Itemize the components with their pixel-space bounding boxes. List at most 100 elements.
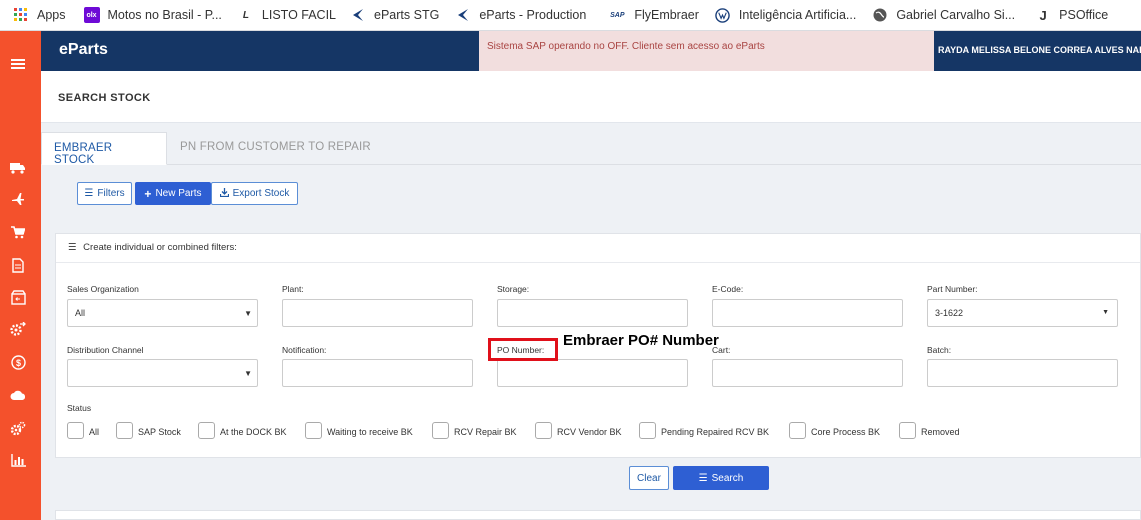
results-panel [55,510,1141,520]
status-at-dock-label: At the DOCK BK [220,427,287,437]
plant-input[interactable] [282,299,473,327]
listo-icon: L [242,9,249,21]
tab-pn-from-customer[interactable]: PN FROM CUSTOMER TO REPAIR [168,132,383,165]
annotation-highlight-box [488,338,558,361]
batch-input[interactable] [927,359,1118,387]
bookmark-label: Inteligência Artificia... [738,8,857,22]
status-pending-repaired-checkbox[interactable] [639,422,656,439]
status-rcv-repair-checkbox[interactable] [432,422,449,439]
filter-panel-title: Create individual or combined filters: [83,242,237,253]
bookmark-label: Gabriel Carvalho Si... [896,8,1016,22]
sales-org-value: All [75,308,86,318]
bookmark-eparts-production[interactable]: eParts - Production [450,3,591,27]
vw-icon [715,7,731,23]
bookmark-inteligencia[interactable]: Inteligência Artificia... [710,3,861,27]
status-pending-repaired-label: Pending Repaired RCV BK [661,427,770,437]
status-sap-stock-checkbox[interactable] [116,422,133,439]
status-at-dock-checkbox[interactable] [198,422,215,439]
user-name[interactable]: RAYDA MELISSA BELONE CORREA ALVES NAR [938,45,1141,55]
globe-icon [872,7,888,23]
search-label: Search [711,472,744,484]
bookmark-apps[interactable]: Apps [8,3,71,27]
olx-icon: olx [83,7,100,23]
document-icon[interactable] [9,256,27,274]
top-header: eParts Sistema SAP operando no OFF. Clie… [41,31,1141,71]
new-parts-label: New Parts [155,188,202,199]
plus-icon: + [144,186,152,201]
ecode-input[interactable] [712,299,903,327]
status-all-checkbox[interactable] [67,422,84,439]
bookmark-listo[interactable]: L LISTO FACIL [233,3,341,27]
dist-channel-select[interactable]: ▼ [67,359,258,387]
annotation-text: Embraer PO# Number [563,332,719,349]
bookmark-label: Motos no Brasil - P... [107,8,222,22]
status-waiting-checkbox[interactable] [305,422,322,439]
bookmark-eparts-stg[interactable]: eParts STG [345,3,444,27]
storage-input[interactable] [497,299,688,327]
status-rcv-vendor-checkbox[interactable] [535,422,552,439]
bookmark-label: LISTO FACIL [261,8,337,22]
bar-chart-icon[interactable] [9,451,27,469]
embraer-icon [455,7,471,23]
cart-input[interactable] [712,359,903,387]
plane-icon[interactable] [9,190,27,208]
filters-label: Filters [97,188,125,199]
system-alert: Sistema SAP operando no OFF. Cliente sem… [479,31,934,71]
filters-button[interactable]: ☰ Filters [77,182,132,205]
bookmark-gabriel[interactable]: Gabriel Carvalho Si... [867,3,1020,27]
bookmark-label: FlyEmbraer [634,8,699,22]
cloud-icon[interactable] [9,386,27,404]
status-label: Status [67,403,92,413]
sales-org-select[interactable]: All ▼ [67,299,258,327]
search-button[interactable]: ☰ Search [673,466,769,490]
status-removed-checkbox[interactable] [899,422,916,439]
status-core-process-checkbox[interactable] [789,422,806,439]
export-stock-button[interactable]: Export Stock [211,182,298,205]
dollar-icon[interactable]: $ [9,353,27,371]
status-sap-stock-label: SAP Stock [138,427,181,437]
psoffice-icon: J [1039,7,1047,23]
tab-bar: EMBRAER STOCK PN FROM CUSTOMER TO REPAIR [41,132,1141,166]
settings-icon[interactable] [9,419,27,437]
box-icon[interactable] [9,288,27,306]
sap-icon: SAP [610,11,625,19]
sliders-icon: ☰ [698,472,708,484]
page-title: SEARCH STOCK [58,92,151,104]
truck-icon[interactable] [9,159,27,177]
plant-label: Plant: [282,284,304,294]
caret-down-icon: ▼ [244,309,252,318]
bookmark-flyembraer[interactable]: SAP FlyEmbraer [603,3,704,27]
notification-label: Notification: [282,345,327,355]
embraer-icon [350,7,366,23]
menu-icon[interactable] [11,59,25,69]
tab-embraer-stock[interactable]: EMBRAER STOCK [41,132,167,166]
clear-button[interactable]: Clear [629,466,669,490]
status-rcv-repair-label: RCV Repair BK [454,427,517,437]
bookmark-label: eParts STG [374,8,440,22]
bookmark-label: PSOffice [1059,8,1109,22]
caret-down-icon: ▼ [244,369,252,378]
notification-input[interactable] [282,359,473,387]
bookmark-label: Apps [37,8,66,22]
sidebar: $ [0,31,41,520]
status-core-process-label: Core Process BK [811,427,881,437]
bookmark-motos[interactable]: olx Motos no Brasil - P... [79,3,227,27]
status-removed-label: Removed [921,427,960,437]
ecode-label: E-Code: [712,284,744,294]
export-stock-label: Export Stock [232,188,290,199]
po-number-input[interactable] [497,359,688,387]
apps-grid-icon [13,7,29,23]
part-number-label: Part Number: [927,284,978,294]
new-parts-button[interactable]: + New Parts [135,182,211,205]
sliders-icon: ☰ [68,242,77,253]
status-waiting-label: Waiting to receive BK [327,427,413,437]
gear-exchange-icon[interactable] [9,320,27,338]
part-number-value: 3-1622 [935,308,964,318]
cart-icon[interactable] [9,223,27,241]
bookmark-psoffice[interactable]: J PSOffice [1030,3,1113,27]
sales-org-label: Sales Organization [67,284,139,294]
part-number-select[interactable]: 3-1622 ▼ [927,299,1118,327]
storage-label: Storage: [497,284,530,294]
brand-logo[interactable]: eParts [59,41,108,59]
sliders-icon: ☰ [84,188,94,199]
